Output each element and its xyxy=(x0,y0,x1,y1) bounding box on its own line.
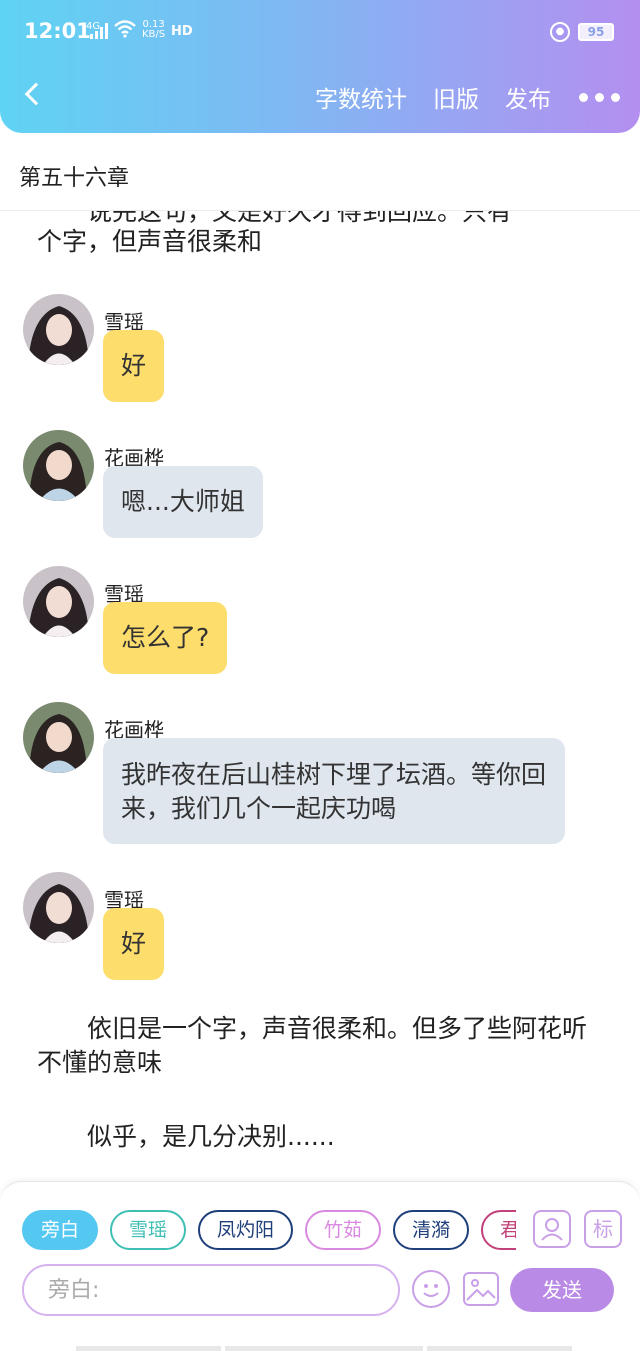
old-version-button[interactable]: 旧版 xyxy=(433,80,479,114)
gesture-bar xyxy=(0,1346,640,1351)
app-header: 12:01 4G 0.13 KB/S HD ● 95 字数统计 旧版 发布 xyxy=(0,0,640,133)
network-speed: 0.13 KB/S xyxy=(142,20,165,40)
avatar[interactable] xyxy=(23,566,94,637)
role-chip[interactable]: 竹茹 xyxy=(305,1210,382,1250)
role-chip[interactable]: 旁白 xyxy=(22,1210,99,1250)
role-chip[interactable]: 清漪 xyxy=(393,1210,470,1250)
avatar[interactable] xyxy=(23,294,94,365)
paragraph: 依旧是一个字，声音很柔和。但多了些阿花听不懂的意味 xyxy=(37,1014,588,1077)
gesture-gap xyxy=(0,1346,72,1351)
chapter-title[interactable]: 第五十六章 xyxy=(19,160,129,192)
gesture-segment xyxy=(225,1346,423,1351)
battery-indicator: 95 xyxy=(578,23,614,41)
wifi-icon xyxy=(114,20,136,38)
word-count-button[interactable]: 字数统计 xyxy=(315,80,407,114)
more-dot-icon xyxy=(611,92,620,102)
role-chip[interactable]: 君 xyxy=(481,1210,516,1250)
role-chip[interactable]: 凤灼阳 xyxy=(198,1210,294,1250)
send-button[interactable]: 发送 xyxy=(510,1268,614,1312)
message-bubble[interactable]: 好 xyxy=(103,908,165,980)
avatar-huahuahua-icon xyxy=(23,702,94,773)
composer-panel: 旁白雪瑶凤灼阳竹茹清漪君 标 发送 xyxy=(0,1181,640,1316)
role-chip[interactable]: 雪瑶 xyxy=(110,1210,187,1250)
mark-button[interactable]: 标 xyxy=(584,1210,622,1248)
paragraph: 似乎，是几分决别...... xyxy=(87,1122,335,1151)
emoji-icon[interactable] xyxy=(412,1270,450,1308)
message-bubble[interactable]: 我昨夜在后山桂树下埋了坛酒。等你回来，我们几个一起庆功喝 xyxy=(103,738,565,844)
role-selector: 旁白 雪瑶 凤灼阳 竹茹 清漪君 xyxy=(22,1210,516,1250)
gesture-segment xyxy=(427,1346,572,1351)
message-bubble[interactable]: 怎么了? xyxy=(103,602,228,674)
back-button[interactable] xyxy=(18,78,50,110)
header-actions: 字数统计 旧版 发布 xyxy=(289,80,620,114)
signal-icon xyxy=(90,23,108,39)
speed-unit: KB/S xyxy=(142,29,166,40)
more-dot-icon xyxy=(595,92,604,102)
message-bubble[interactable]: 嗯...大师姐 xyxy=(103,466,263,538)
avatar-xueyao-icon xyxy=(23,566,94,637)
avatar[interactable] xyxy=(23,430,94,501)
avatar-xueyao-icon xyxy=(23,872,94,943)
gesture-segment xyxy=(76,1346,221,1351)
more-options-button[interactable] xyxy=(579,92,620,102)
role-manage-icon[interactable] xyxy=(533,1210,571,1248)
avatar-xueyao-icon xyxy=(23,294,94,365)
publish-button[interactable]: 发布 xyxy=(505,80,551,114)
image-icon[interactable] xyxy=(463,1272,499,1306)
avatar[interactable] xyxy=(23,872,94,943)
message-input[interactable] xyxy=(22,1264,400,1316)
avatar-huahuahua-icon xyxy=(23,430,94,501)
avatar[interactable] xyxy=(23,702,94,773)
message-bubble[interactable]: 好 xyxy=(103,330,165,402)
story-content[interactable]: 说完这句，又是好久才得到回应。只有 个字，但声音很柔和 雪瑶 好 花画桦 嗯..… xyxy=(0,211,640,1181)
more-dot-icon xyxy=(579,92,588,102)
status-bar: 12:01 4G 0.13 KB/S HD ● 95 xyxy=(0,0,640,62)
paragraph-line: 个字，但声音很柔和 xyxy=(37,227,263,256)
hd-badge: HD xyxy=(171,24,193,39)
status-time: 12:01 xyxy=(24,19,91,43)
rotation-lock-icon: ● xyxy=(550,22,570,42)
